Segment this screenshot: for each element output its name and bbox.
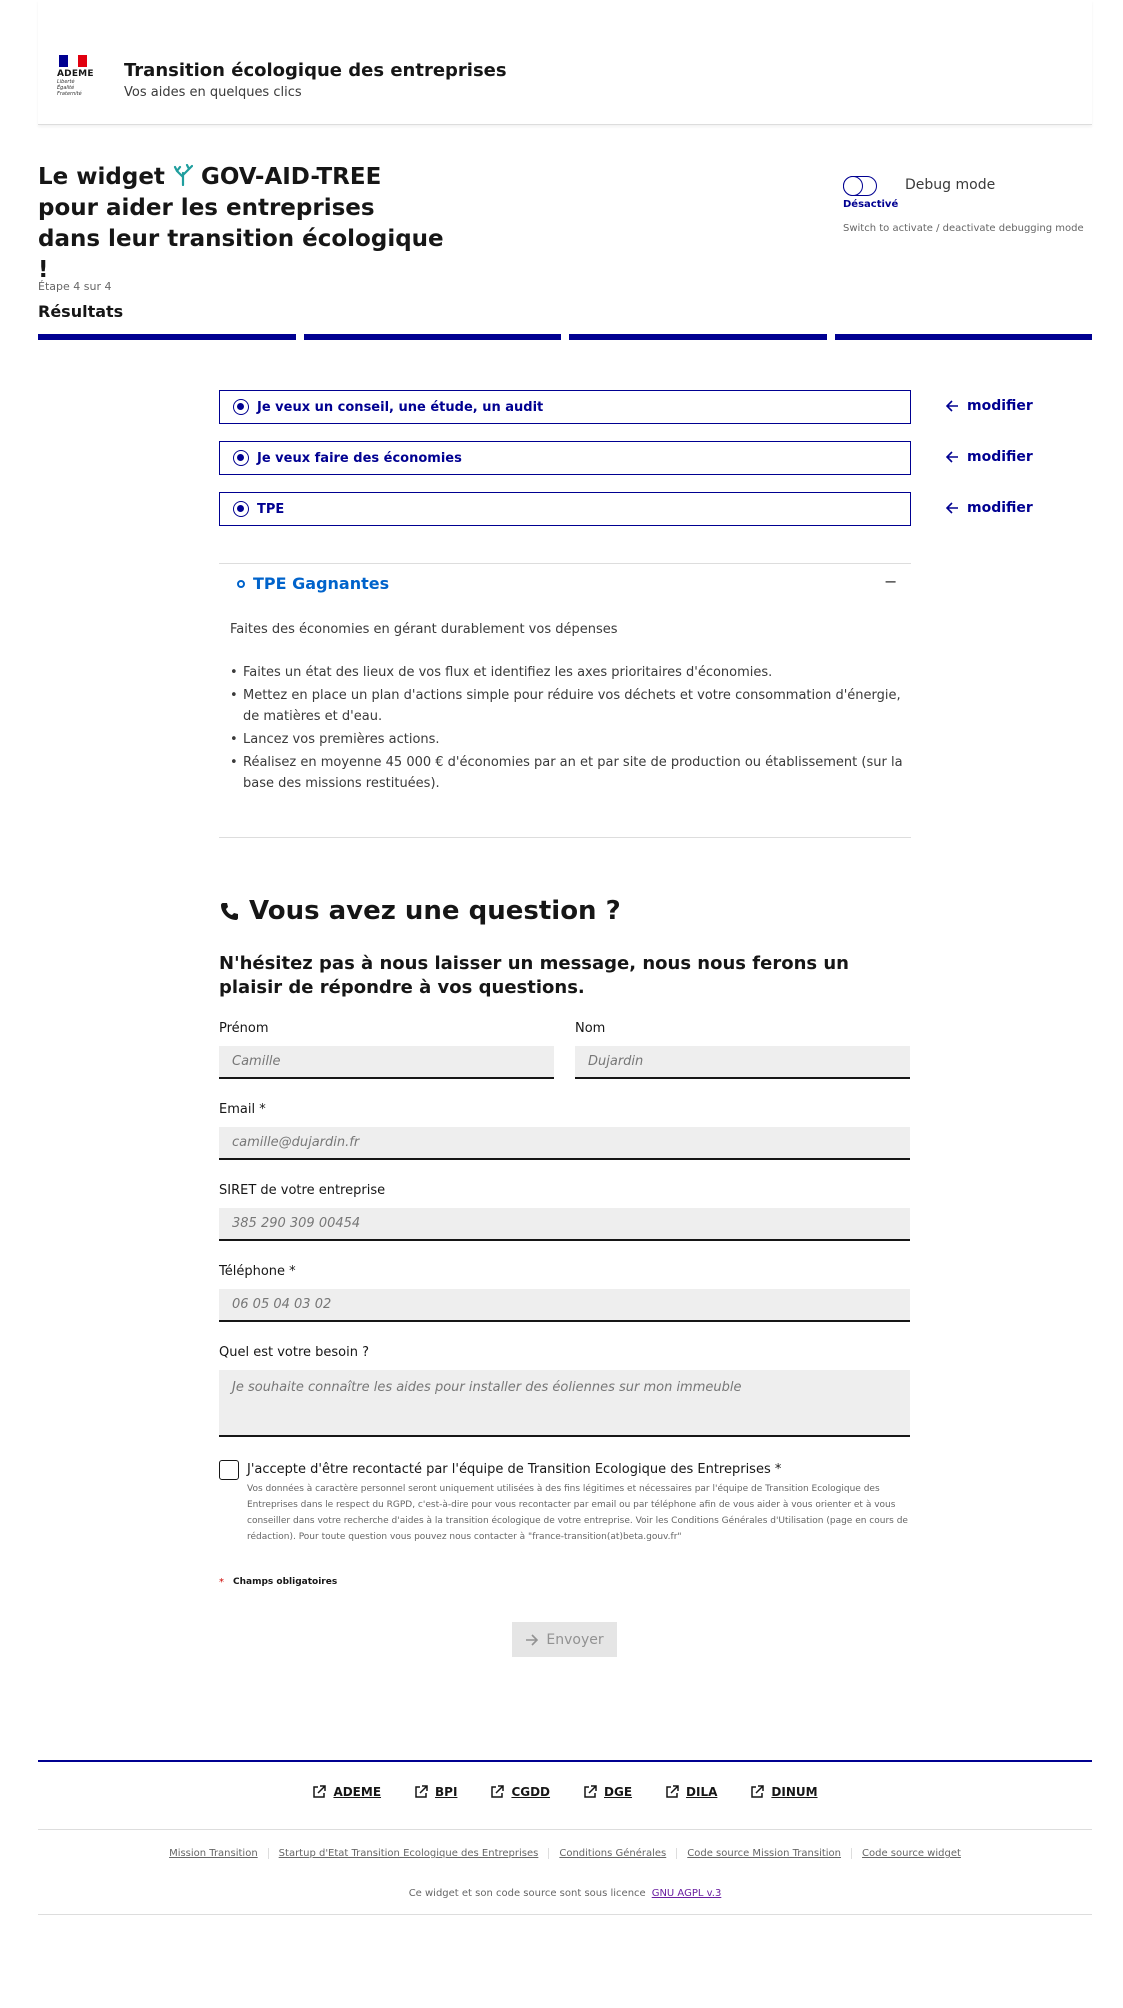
choice-objective[interactable]: Je veux faire des économies [219,441,911,475]
external-link-icon [491,1785,505,1798]
logo-motto: Liberté Égalité Fraternité [57,79,82,97]
firstname-label: Prénom [219,1021,269,1036]
siret-input[interactable]: 385 290 309 00454 [219,1208,910,1241]
debug-toggle-knob[interactable] [843,176,863,196]
lastname-input[interactable]: Dujardin [575,1046,910,1079]
footer-link[interactable]: Code source widget [851,1848,971,1859]
site-title[interactable]: Transition écologique des entreprises [124,60,507,81]
phone-label: Téléphone * [219,1264,296,1279]
stepper-segment [569,334,827,340]
circle-icon [237,579,245,588]
footer-divider [38,1914,1092,1915]
step-title: Résultats [38,302,124,321]
page-title: Le widget GOV-AID-TREE pour aider les en… [38,163,444,283]
stepper-segment [834,334,1092,340]
debug-help: Switch to activate / deactivate debuggin… [843,223,1084,234]
accordion-title: TPE Gagnantes [253,574,390,593]
partner-links: ADEME BPI CGDD DGE DILA DINUM [38,1785,1092,1799]
external-link-icon [415,1785,428,1798]
choice-need[interactable]: Je veux un conseil, une étude, un audit [219,390,911,424]
modify-link[interactable]: modifier [946,398,1033,414]
arrow-left-icon [946,451,958,463]
radio-selected-icon [233,501,249,517]
choice-label: Je veux un conseil, une étude, un audit [257,399,544,415]
footer-links: Mission Transition Startup d'Etat Transi… [38,1848,1092,1859]
required-star: * [219,1577,224,1588]
footer-link[interactable]: Conditions Générales [548,1848,676,1859]
need-label: Quel est votre besoin ? [219,1345,370,1360]
accordion-list: Faites un état des lieux de vos flux et … [230,662,906,796]
choice-label: TPE [257,501,285,517]
lastname-label: Nom [575,1021,606,1036]
consent-checkbox[interactable] [219,1460,239,1480]
radio-selected-icon [233,399,249,415]
footer-link[interactable]: Code source Mission Transition [676,1848,851,1859]
contact-title: Vous avez une question ? [219,896,621,926]
external-link-icon [584,1785,597,1798]
need-textarea[interactable]: Je souhaite connaître les aides pour ins… [219,1370,910,1437]
list-item: Réalisez en moyenne 45 000 € d'économies… [230,752,906,794]
site-tagline: Vos aides en quelques clics [124,85,302,100]
footer-link[interactable]: Startup d'Etat Transition Ecologique des… [267,1848,549,1859]
debug-state: Désactivé [843,199,899,210]
email-input[interactable]: camille@dujardin.fr [219,1127,910,1160]
arrow-left-icon [946,400,958,412]
accordion-description: Faites des économies en gérant durableme… [230,622,618,637]
partner-link-bpi[interactable]: BPI [414,1785,457,1799]
step-count: Étape 4 sur 4 [38,280,112,293]
tree-icon [173,163,194,187]
partner-link-dge[interactable]: DGE [583,1785,632,1799]
accordion-divider [219,837,911,838]
modify-link[interactable]: modifier [946,449,1033,465]
siret-label: SIRET de votre entreprise [219,1183,386,1198]
external-link-icon [666,1785,679,1798]
email-label: Email * [219,1102,266,1117]
french-flag-icon [59,55,87,67]
ademe-logo[interactable]: ADEME Liberté Égalité Fraternité [57,55,94,97]
external-link-icon [313,1785,327,1798]
accordion-divider [219,563,911,564]
stepper-bar [38,334,1092,340]
footer-rule [38,1760,1092,1762]
radio-selected-icon [233,450,249,466]
phone-input[interactable]: 06 05 04 03 02 [219,1289,910,1322]
footer-link[interactable]: Mission Transition [159,1848,268,1859]
list-item: Faites un état des lieux de vos flux et … [230,662,906,683]
license-link[interactable]: GNU AGPL v.3 [652,1888,722,1899]
choice-label: Je veux faire des économies [257,450,462,466]
license-note: Ce widget et son code source sont sous l… [408,1888,722,1899]
stepper-segment [38,334,296,340]
partner-link-dinum[interactable]: DINUM [750,1785,818,1799]
consent-help: Vos données à caractère personnel seront… [247,1484,908,1542]
accordion-header[interactable]: TPE Gagnantes [237,574,389,593]
list-item: Lancez vos premières actions. [230,729,906,750]
footer-divider [38,1829,1092,1830]
logo-text: ADEME [57,69,94,79]
modify-link[interactable]: modifier [946,500,1033,516]
arrow-right-icon [526,1633,539,1646]
partner-link-ademe[interactable]: ADEME [312,1785,381,1799]
contact-subtitle: N'hésitez pas à nous laisser un message,… [219,953,849,998]
debug-label: Debug mode [905,177,996,193]
list-item: Mettez en place un plan d'actions simple… [230,685,906,727]
required-note: Champs obligatoires [233,1577,338,1587]
external-link-icon [751,1785,765,1798]
consent-label[interactable]: J'accepte d'être recontacté par l'équipe… [247,1462,781,1477]
arrow-left-icon [946,502,958,514]
partner-link-cgdd[interactable]: CGDD [490,1785,550,1799]
partner-link-dila[interactable]: DILA [665,1785,717,1799]
accordion-collapse-button[interactable]: − [884,572,897,591]
send-button[interactable]: Envoyer [512,1622,617,1657]
firstname-input[interactable]: Camille [219,1046,554,1079]
stepper-segment [303,334,561,340]
choice-company-size[interactable]: TPE [219,492,911,526]
phone-icon [221,903,238,920]
